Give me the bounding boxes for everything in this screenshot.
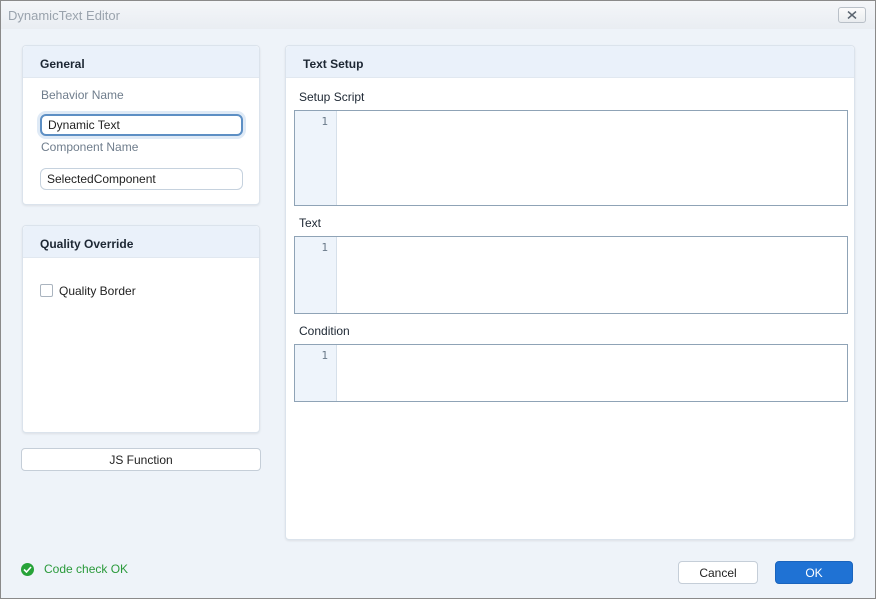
line-number: 1 xyxy=(321,115,328,128)
code-check-status: Code check OK xyxy=(21,562,128,576)
cancel-button[interactable]: Cancel xyxy=(678,561,758,584)
window-title: DynamicText Editor xyxy=(8,8,120,23)
line-number: 1 xyxy=(321,241,328,254)
text-editor[interactable]: 1 xyxy=(294,236,848,314)
close-icon xyxy=(847,11,857,19)
ok-button[interactable]: OK xyxy=(775,561,853,584)
text-label: Text xyxy=(299,216,322,230)
setup-script-gutter: 1 xyxy=(295,111,337,205)
title-bar[interactable]: DynamicText Editor xyxy=(1,1,875,29)
component-name-input[interactable] xyxy=(40,168,243,190)
quality-override-panel: Quality Override Quality Border xyxy=(22,225,260,433)
behavior-name-label: Behavior Name xyxy=(41,88,124,102)
dynamictext-editor-window: DynamicText Editor General Behavior Name… xyxy=(0,0,876,599)
general-panel: General Behavior Name Component Name xyxy=(22,45,260,205)
setup-script-label: Setup Script xyxy=(299,90,365,104)
quality-override-panel-header: Quality Override xyxy=(23,226,259,258)
quality-border-checkbox[interactable] xyxy=(40,284,53,297)
text-setup-panel: Text Setup Setup Script 1 Text 1 Conditi… xyxy=(285,45,855,540)
text-setup-panel-header: Text Setup xyxy=(286,46,854,78)
condition-label: Condition xyxy=(299,324,350,338)
component-name-label: Component Name xyxy=(41,140,139,154)
check-circle-icon xyxy=(21,562,34,576)
condition-editor[interactable]: 1 xyxy=(294,344,848,402)
js-function-button[interactable]: JS Function xyxy=(21,448,261,471)
behavior-name-input[interactable] xyxy=(40,114,243,136)
code-check-status-text: Code check OK xyxy=(44,562,129,576)
general-panel-header: General xyxy=(23,46,259,78)
text-gutter: 1 xyxy=(295,237,337,313)
setup-script-editor[interactable]: 1 xyxy=(294,110,848,206)
close-button[interactable] xyxy=(838,7,866,23)
quality-border-label[interactable]: Quality Border xyxy=(59,284,136,298)
condition-gutter: 1 xyxy=(295,345,337,401)
line-number: 1 xyxy=(321,349,328,362)
